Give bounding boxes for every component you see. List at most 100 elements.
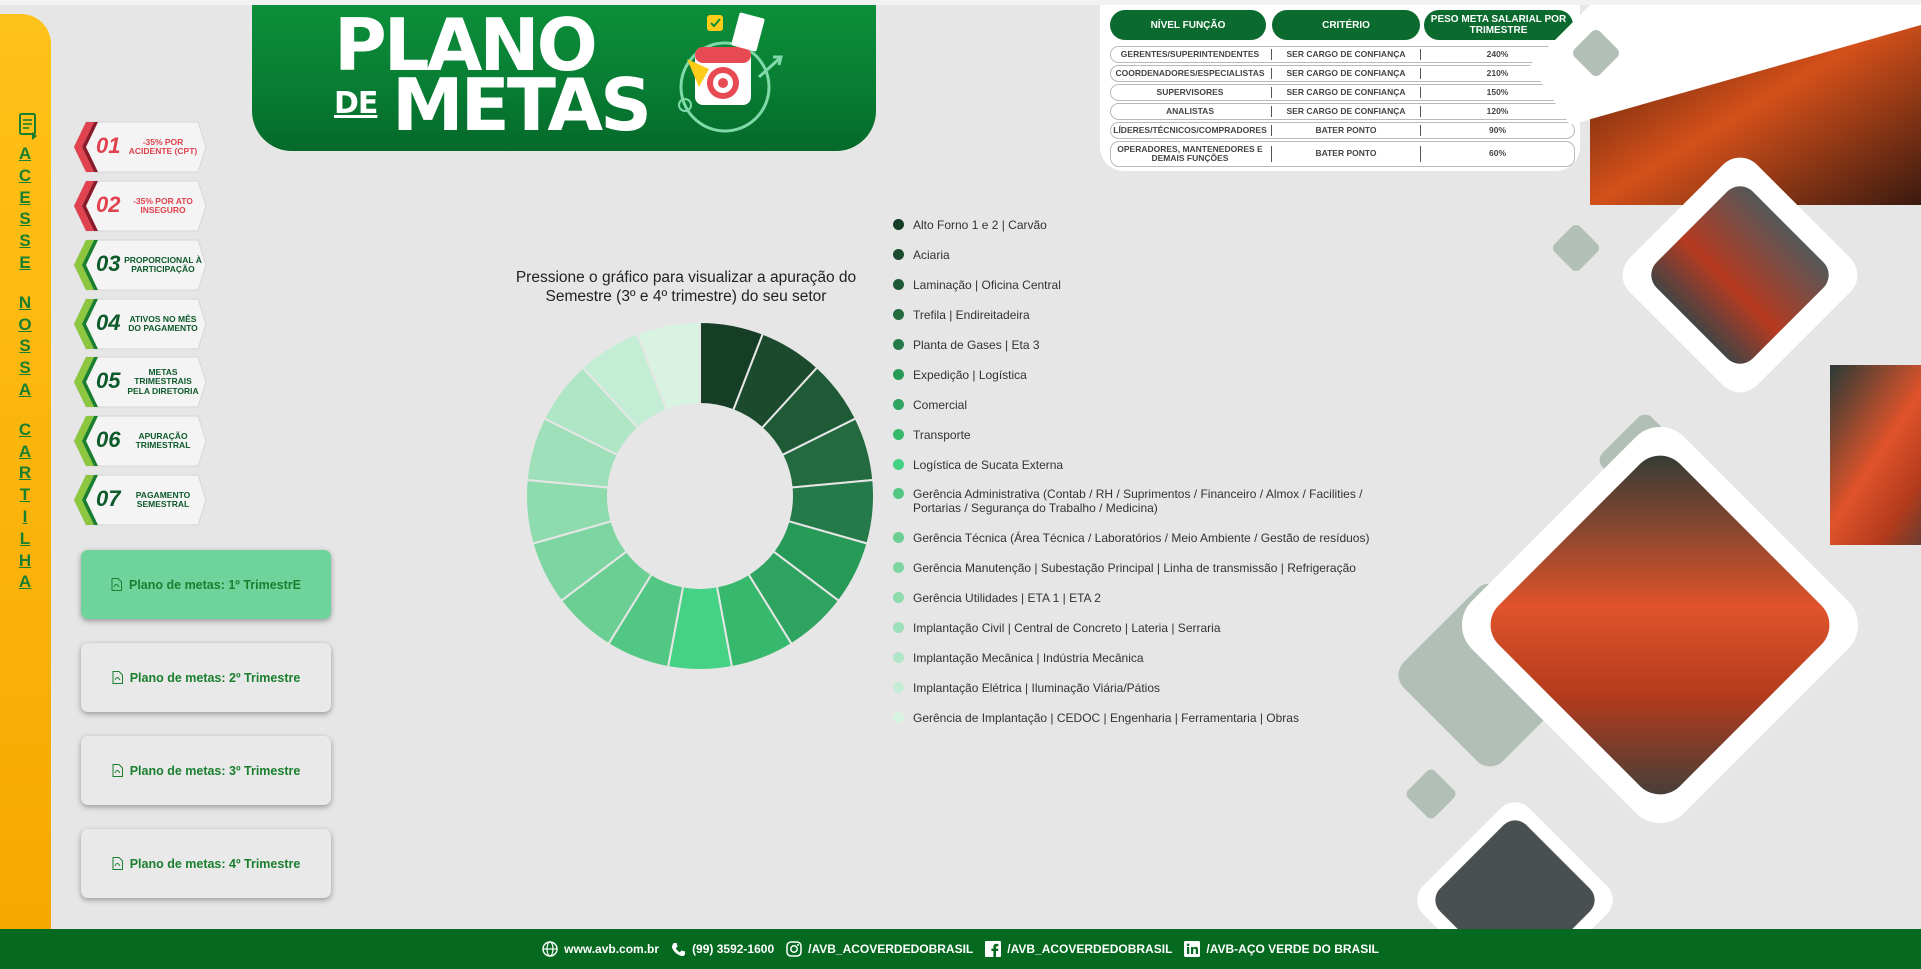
- legend-label: Gerência Técnica (Área Técnica / Laborat…: [913, 531, 1370, 545]
- plan-button-label: Plano de metas: 1º TrimestrE: [129, 577, 301, 592]
- sector-donut-chart[interactable]: [520, 316, 880, 676]
- table-cell-level: LÍDERES/TÉCNICOS/COMPRADORES: [1113, 124, 1267, 135]
- legend-swatch: [893, 682, 904, 693]
- rule-text: Apuração trimestral: [135, 430, 191, 450]
- phone-icon: [672, 942, 686, 956]
- linkedin-icon: [1184, 941, 1201, 957]
- legend-item[interactable]: Laminação | Oficina Central: [893, 278, 1393, 292]
- rule-item: 03 Proporcional à participação: [72, 238, 208, 292]
- legend-item[interactable]: Implantação Elétrica | Iluminação Viária…: [893, 681, 1393, 695]
- cartilha-letter: [14, 401, 36, 419]
- cartilha-letter: H: [18, 550, 32, 570]
- footer-linkedin-text: /AVB-AÇO VERDE DO BRASIL: [1206, 942, 1379, 956]
- legend-item[interactable]: Comercial: [893, 398, 1393, 412]
- cartilha-letter: S: [19, 358, 31, 378]
- pdf-icon: [112, 764, 123, 777]
- legend-item[interactable]: Gerência Administrativa (Contab / RH / S…: [893, 487, 1393, 515]
- legend-item[interactable]: Trefila | Endireitadeira: [893, 308, 1393, 322]
- rule-number: 02: [96, 192, 121, 217]
- rule-number: 04: [96, 310, 121, 335]
- legend-label: Gerência Utilidades | ETA 1 | ETA 2: [913, 591, 1101, 605]
- table-cell-level: OPERADORES, MANTENEDORES E DEMAIS FUNÇÕE…: [1117, 143, 1263, 163]
- legend-label: Trefila | Endireitadeira: [913, 308, 1030, 322]
- cartilha-letter: A: [18, 572, 32, 592]
- document-icon: [19, 113, 37, 140]
- rule-text: Metas trimestrais pela diretoria: [127, 366, 199, 396]
- chart-title: Pressione o gráfico para visualizar a ap…: [515, 269, 857, 305]
- legend-label: Planta de Gases | Eta 3: [913, 338, 1040, 352]
- legend-swatch: [893, 652, 904, 663]
- legend-item[interactable]: Expedição | Logística: [893, 368, 1393, 382]
- rule-text: -35% por ato inseguro: [133, 195, 193, 215]
- legend-swatch: [893, 369, 904, 380]
- footer-facebook-text: /AVB_ACOVERDEDOBRASIL: [1007, 942, 1173, 956]
- legend-item[interactable]: Gerência de Implantação | CEDOC | Engenh…: [893, 711, 1393, 725]
- cartilha-letter: S: [19, 209, 31, 229]
- plan-button-q3[interactable]: Plano de metas: 3º Trimestre: [81, 736, 331, 805]
- legend-item[interactable]: Gerência Manutenção | Subestação Princip…: [893, 561, 1393, 575]
- legend-item[interactable]: Logística de Sucata Externa: [893, 458, 1393, 472]
- rule-item: 02 -35% por ato inseguro: [72, 179, 208, 233]
- target-calendar-icon: [678, 12, 783, 133]
- cartilha-letter: C: [18, 419, 32, 439]
- table-cell-level: ANALISTAS: [1165, 105, 1214, 116]
- plan-button-q1[interactable]: Plano de metas: 1º TrimestrE: [81, 550, 331, 619]
- legend-item[interactable]: Transporte: [893, 428, 1393, 442]
- cartilha-letter: T: [19, 485, 31, 505]
- plan-button-q4[interactable]: Plano de metas: 4º Trimestre: [81, 829, 331, 898]
- footer-website[interactable]: www.avb.com.br: [542, 941, 659, 957]
- table-cell-level: COORDENADORES/ESPECIALISTAS: [1115, 67, 1265, 78]
- legend-label: Implantação Elétrica | Iluminação Viária…: [913, 681, 1161, 695]
- facebook-icon: [985, 941, 1002, 957]
- steel-mill-photo-collage: [1398, 5, 1921, 930]
- legend-label: Gerência Administrativa (Contab / RH / S…: [913, 487, 1363, 515]
- cartilha-letter: R: [18, 463, 32, 483]
- legend-swatch: [893, 622, 904, 633]
- legend-item[interactable]: Implantação Civil | Central de Concreto …: [893, 621, 1393, 635]
- plan-button-label: Plano de metas: 2º Trimestre: [129, 670, 301, 685]
- cartilha-letter: E: [19, 252, 31, 272]
- legend-item[interactable]: Aciaria: [893, 248, 1393, 262]
- legend-label: Alto Forno 1 e 2 | Carvão: [913, 218, 1047, 232]
- rule-number: 07: [96, 486, 121, 511]
- legend-swatch: [893, 309, 904, 320]
- plan-button-label: Plano de metas: 4º Trimestre: [129, 856, 301, 871]
- footer-contact-bar: www.avb.com.br (99) 3592-1600 /AVB_ACOVE…: [0, 929, 1921, 969]
- rule-number: 06: [96, 427, 121, 452]
- footer-phone[interactable]: (99) 3592-1600: [671, 942, 774, 957]
- rule-item: 07 Pagamento semestral: [72, 473, 208, 527]
- legend-swatch: [893, 592, 904, 603]
- legend-swatch: [893, 562, 904, 573]
- legend-item[interactable]: Gerência Utilidades | ETA 1 | ETA 2: [893, 591, 1393, 605]
- legend-item[interactable]: Alto Forno 1 e 2 | Carvão: [893, 218, 1393, 232]
- rule-item: 04 Ativos no mês do pagamento: [72, 297, 208, 351]
- banner-title-de: DE: [334, 86, 378, 121]
- footer-facebook[interactable]: /AVB_ACOVERDEDOBRASIL: [985, 941, 1172, 957]
- rule-text: Pagamento semestral: [135, 489, 191, 509]
- cartilha-letter: N: [18, 292, 32, 312]
- legend-label: Transporte: [913, 428, 971, 442]
- pdf-icon: [112, 671, 123, 684]
- footer-phone-text: (99) 3592-1600: [692, 942, 775, 956]
- legend-label: Comercial: [913, 398, 968, 412]
- cartilha-letter: A: [18, 441, 32, 461]
- legend-swatch: [893, 488, 904, 499]
- legend-swatch: [893, 399, 904, 410]
- banner-title-line2: METAS: [392, 63, 652, 147]
- rule-text: Proporcional à participação: [124, 254, 202, 274]
- globe-icon: [542, 941, 558, 957]
- table-header: NÍVEL FUNÇÃO: [1110, 10, 1266, 40]
- table-cell-level: SUPERVISORES: [1156, 86, 1224, 97]
- legend-label: Gerência Manutenção | Subestação Princip…: [913, 561, 1356, 575]
- legend-swatch: [893, 712, 904, 723]
- acesse-nossa-cartilha-link[interactable]: ACESSENOSSACARTILHA: [14, 143, 36, 593]
- legend-item[interactable]: Planta de Gases | Eta 3: [893, 338, 1393, 352]
- legend-item[interactable]: Implantação Mecânica | Indústria Mecânic…: [893, 651, 1393, 665]
- footer-instagram[interactable]: /AVB_ACOVERDEDOBRASIL: [786, 941, 973, 957]
- plan-button-q2[interactable]: Plano de metas: 2º Trimestre: [81, 643, 331, 712]
- legend-swatch: [893, 249, 904, 260]
- legend-item[interactable]: Gerência Técnica (Área Técnica / Laborat…: [893, 531, 1393, 545]
- footer-linkedin[interactable]: /AVB-AÇO VERDE DO BRASIL: [1184, 941, 1379, 957]
- cartilha-letter: E: [19, 187, 31, 207]
- cartilha-letter: S: [19, 231, 31, 251]
